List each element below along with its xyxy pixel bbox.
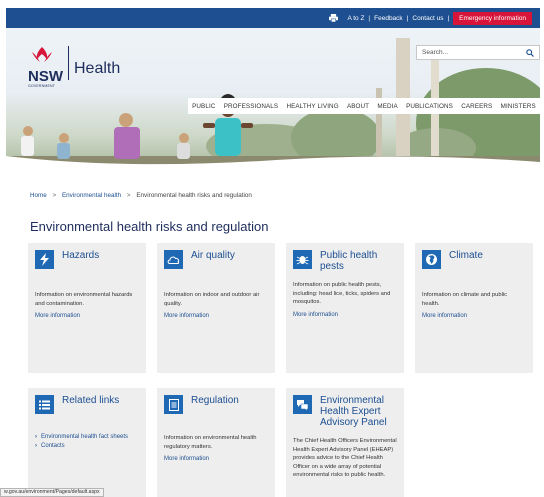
page-title: Environmental health risks and regulatio… — [30, 219, 269, 234]
tile-title[interactable]: Climate — [449, 250, 483, 261]
tile-title[interactable]: Environmental Health Expert Advisory Pan… — [320, 395, 397, 428]
breadcrumb-environmental-health[interactable]: Environmental health — [62, 192, 121, 199]
tile-title[interactable]: Regulation — [191, 395, 239, 406]
related-links-list: Environmental health fact sheets Contact… — [28, 433, 146, 451]
tile-public-health-pests: Public health pests Information on publi… — [286, 243, 404, 373]
logo-divider — [68, 46, 69, 80]
breadcrumb-separator: > — [126, 192, 131, 199]
tile-regulation: Regulation Information on environmental … — [157, 388, 275, 497]
separator: | — [447, 14, 450, 22]
breadcrumb-separator: > — [52, 192, 57, 199]
document-icon — [164, 395, 183, 414]
tile-title[interactable]: Related links — [62, 395, 119, 406]
list-icon — [35, 395, 54, 414]
search-box — [416, 45, 540, 60]
nsw-waratah-logo: NSW GOVERNMENT — [28, 46, 63, 88]
hero-banner: NSW GOVERNMENT Health PUBLIC PROFESSIONA… — [6, 28, 540, 170]
nav-about[interactable]: ABOUT — [347, 103, 369, 110]
lightning-icon — [35, 250, 54, 269]
nav-healthy-living[interactable]: HEALTHY LIVING — [286, 103, 338, 110]
cloud-icon — [164, 250, 183, 269]
main-nav: PUBLIC PROFESSIONALS HEALTHY LIVING ABOU… — [188, 98, 540, 114]
tile-climate: Climate Information on climate and publi… — [415, 243, 533, 373]
nsw-wordmark: NSW — [28, 68, 63, 85]
search-icon[interactable] — [526, 48, 534, 57]
breadcrumb-home[interactable]: Home — [30, 192, 47, 199]
tile-expert-advisory-panel: Environmental Health Expert Advisory Pan… — [286, 388, 404, 497]
tile-title[interactable]: Air quality — [191, 250, 235, 261]
tile-related-links: Related links Environmental health fact … — [28, 388, 146, 497]
feedback-link[interactable]: Feedback — [374, 15, 403, 22]
waratah-icon — [32, 47, 52, 62]
tile-description: The Chief Health Officers Environmental … — [293, 438, 397, 478]
tile-description: Information on indoor and outdoor air qu… — [164, 292, 260, 307]
link-contacts[interactable]: Contacts — [35, 442, 139, 451]
print-icon[interactable] — [329, 14, 339, 22]
more-information-link[interactable]: More information — [28, 313, 146, 319]
more-information-link[interactable]: More information — [415, 313, 533, 319]
more-information-link[interactable]: More information — [286, 312, 404, 318]
separator: | — [406, 14, 409, 22]
search-input[interactable] — [422, 49, 522, 56]
nav-professionals[interactable]: PROFESSIONALS — [224, 103, 279, 110]
tile-title[interactable]: Public health pests — [320, 250, 397, 272]
breadcrumb-current: Environmental health risks and regulatio… — [136, 192, 252, 199]
tile-title[interactable]: Hazards — [62, 250, 99, 261]
browser-status-url: w.gov.au/environment/Pages/default.aspx — [0, 488, 104, 497]
nav-media[interactable]: MEDIA — [377, 103, 397, 110]
tile-air-quality: Air quality Information on indoor and ou… — [157, 243, 275, 373]
utility-bar: A to Z | Feedback | Contact us | Emergen… — [6, 8, 540, 28]
contact-us-link[interactable]: Contact us — [412, 15, 443, 22]
health-wordmark: Health — [74, 60, 121, 77]
separator: | — [368, 14, 371, 22]
emergency-information-button[interactable]: Emergency information — [453, 11, 532, 25]
tile-hazards: Hazards Information on environmental haz… — [28, 243, 146, 373]
bug-icon — [293, 250, 312, 269]
more-information-link[interactable]: More information — [157, 313, 275, 319]
tile-description: Information on environmental health regu… — [164, 435, 257, 450]
link-environmental-health-fact-sheets[interactable]: Environmental health fact sheets — [35, 433, 139, 442]
nav-careers[interactable]: CAREERS — [461, 103, 492, 110]
tile-description: Information on climate and public health… — [422, 292, 508, 307]
tile-description: Information on environmental hazards and… — [35, 292, 133, 307]
breadcrumb: Home > Environmental health > Environmen… — [30, 192, 252, 199]
a-to-z-link[interactable]: A to Z — [347, 15, 364, 22]
nav-ministers[interactable]: MINISTERS — [501, 103, 536, 110]
nsw-health-logo[interactable]: NSW GOVERNMENT Health — [28, 46, 120, 88]
tile-description: Information on public health pests, incl… — [293, 282, 391, 305]
nav-publications[interactable]: PUBLICATIONS — [406, 103, 453, 110]
nav-public[interactable]: PUBLIC — [192, 103, 215, 110]
utility-links: A to Z | Feedback | Contact us | Emergen… — [329, 8, 534, 28]
globe-icon — [422, 250, 441, 269]
chat-icon — [293, 395, 312, 414]
more-information-link[interactable]: More information — [157, 456, 275, 462]
